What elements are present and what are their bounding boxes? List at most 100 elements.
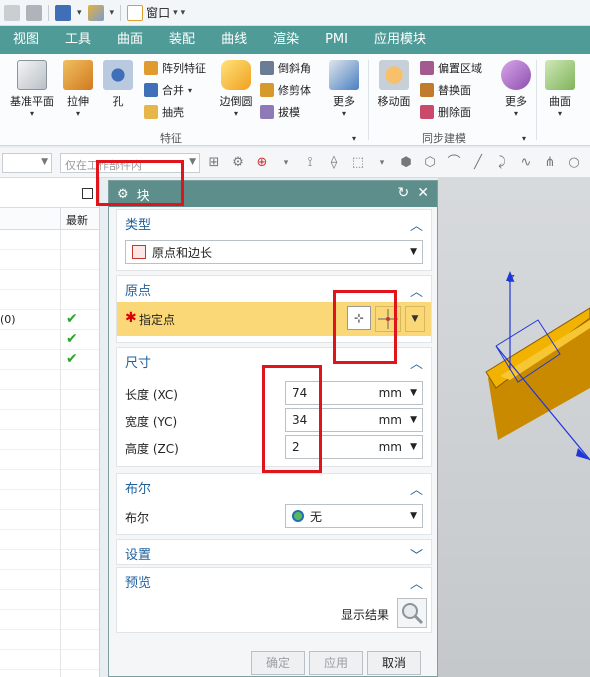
delete-face-button[interactable]: 删除面 <box>420 104 471 120</box>
spline-icon[interactable]: ∿ <box>518 155 534 171</box>
separator <box>120 4 122 21</box>
select-faces-icon[interactable]: ⊞ <box>206 155 222 171</box>
column-latest-header[interactable]: 最新 <box>66 212 88 228</box>
table-row[interactable]: ✔ <box>0 350 99 370</box>
table-row[interactable] <box>0 670 99 677</box>
height-unit: mm <box>378 440 402 454</box>
chevron-down-icon[interactable]: ▾ <box>374 155 390 171</box>
table-row[interactable] <box>0 490 99 510</box>
preview-section-header[interactable]: 预览 ︿ <box>117 568 431 594</box>
chamfer-button[interactable]: 倒斜角 <box>260 60 311 76</box>
eraser-icon[interactable] <box>87 4 104 21</box>
table-row[interactable] <box>0 270 99 290</box>
reset-icon[interactable]: ↻ <box>398 185 410 201</box>
boolean-select[interactable]: 无 ▼ <box>285 504 423 528</box>
boolean-section-header[interactable]: 布尔 ︿ <box>117 474 431 500</box>
close-icon[interactable]: ✕ <box>417 185 429 201</box>
group-feature-label: 特征 <box>160 132 182 145</box>
table-row[interactable] <box>0 450 99 470</box>
trim-body-button[interactable]: 修剪体 <box>260 82 311 98</box>
box-select-icon[interactable]: ⬚ <box>350 155 366 171</box>
group-expand-icon[interactable]: ▾ <box>522 134 526 143</box>
snap-end-icon[interactable]: ⟟ <box>302 155 318 171</box>
table-row[interactable] <box>0 630 99 650</box>
pattern-feature-button[interactable]: 阵列特征 <box>144 60 206 76</box>
offset-region-button[interactable]: 偏置区域 <box>420 60 482 76</box>
table-row[interactable] <box>0 290 99 310</box>
show-result-button[interactable] <box>397 598 427 628</box>
ok-button[interactable]: 确定 <box>251 651 305 675</box>
table-row[interactable] <box>0 510 99 530</box>
graphics-viewport[interactable]: Z <box>438 178 590 677</box>
sheet-icon[interactable]: ⬡ <box>422 155 438 171</box>
shell-button[interactable]: 抽壳 <box>144 104 184 120</box>
table-row[interactable] <box>0 650 99 670</box>
hole-button[interactable]: 孔 <box>100 60 136 109</box>
more-features-button[interactable]: 更多 ▾ <box>326 60 362 118</box>
chevron-down-icon[interactable]: ▾ <box>278 155 294 171</box>
tab-applications[interactable]: 应用模块 <box>361 26 439 54</box>
table-row[interactable] <box>0 590 99 610</box>
chevron-down-icon[interactable]: ▼ <box>410 415 417 425</box>
tab-render[interactable]: 渲染 <box>260 26 312 54</box>
cancel-button[interactable]: 取消 <box>367 651 421 675</box>
snap-mid-icon[interactable]: ⟠ <box>326 155 342 171</box>
table-row[interactable]: ✔ <box>0 330 99 350</box>
snap-point-icon[interactable]: ⊕ <box>254 155 270 171</box>
table-row[interactable] <box>0 250 99 270</box>
type-filter-select[interactable]: ▼ <box>2 153 52 173</box>
tab-assembly[interactable]: 装配 <box>156 26 208 54</box>
tab-curve[interactable]: 曲线 <box>208 26 260 54</box>
table-row[interactable] <box>0 230 99 250</box>
more-sync-button[interactable]: 更多 ▾ <box>498 60 534 118</box>
group-expand-icon[interactable]: ▾ <box>352 134 356 143</box>
select-features-icon[interactable]: ⚙ <box>230 155 246 171</box>
datum-plane-button[interactable]: 基准平面 ▾ <box>8 60 56 118</box>
table-row[interactable] <box>0 570 99 590</box>
apply-button[interactable]: 应用 <box>309 651 363 675</box>
move-face-button[interactable]: 移动面 <box>374 60 414 109</box>
type-select[interactable]: 原点和边长 ▼ <box>125 240 423 264</box>
chevron-down-icon[interactable]: ▾ <box>110 8 115 18</box>
chevron-down-icon[interactable]: ▾ <box>77 8 82 18</box>
chevron-down-icon[interactable]: ▼ <box>410 442 417 452</box>
table-row[interactable] <box>0 410 99 430</box>
tab-pmi[interactable]: PMI <box>312 26 361 54</box>
table-row[interactable] <box>0 370 99 390</box>
window-menu[interactable]: 窗口 ▾ ▾ <box>127 4 185 21</box>
tab-surface[interactable]: 曲面 <box>104 26 156 54</box>
extrude-button[interactable]: 拉伸 ▾ <box>60 60 96 118</box>
settings-header-label: 设置 <box>125 547 152 563</box>
chevron-down-icon[interactable]: ▼ <box>410 388 417 398</box>
arc-icon[interactable]: ⤸ <box>494 155 510 171</box>
table-row[interactable] <box>0 530 99 550</box>
copy-icon[interactable] <box>26 4 42 21</box>
table-row[interactable] <box>0 390 99 410</box>
circle-icon[interactable]: ○ <box>566 155 582 171</box>
column-divider[interactable] <box>60 208 61 230</box>
line-icon[interactable]: ╱ <box>470 155 486 171</box>
more-icon <box>329 60 359 90</box>
table-row[interactable]: (0) ✔ <box>0 310 99 330</box>
table-row[interactable] <box>0 470 99 490</box>
table-row[interactable] <box>0 550 99 570</box>
intersect-icon[interactable]: ⋔ <box>542 155 558 171</box>
type-section-header[interactable]: 类型 ︿ <box>117 210 431 236</box>
point-type-dropdown[interactable]: ▼ <box>405 306 425 332</box>
tab-view[interactable]: 视图 <box>0 26 52 54</box>
replace-face-button[interactable]: 替换面 <box>420 82 471 98</box>
draft-button[interactable]: 拔模 <box>260 104 300 120</box>
maximize-icon[interactable] <box>82 188 93 199</box>
settings-section-header[interactable]: 设置 ﹀ <box>117 540 431 566</box>
table-row[interactable] <box>0 610 99 630</box>
solid-icon[interactable]: ⬢ <box>398 155 414 171</box>
edge-blend-button[interactable]: 边倒圆 ▾ <box>214 60 258 118</box>
tab-tools[interactable]: 工具 <box>52 26 104 54</box>
unite-button[interactable]: 合并 ▾ <box>144 82 192 98</box>
paste-icon[interactable] <box>4 4 20 21</box>
surface-button[interactable]: 曲面 ▾ <box>542 60 578 118</box>
table-row[interactable] <box>0 430 99 450</box>
curve-icon[interactable]: ⌒ <box>446 155 462 171</box>
chevron-down-icon: ▼ <box>410 247 417 257</box>
cube-icon[interactable] <box>55 4 71 21</box>
